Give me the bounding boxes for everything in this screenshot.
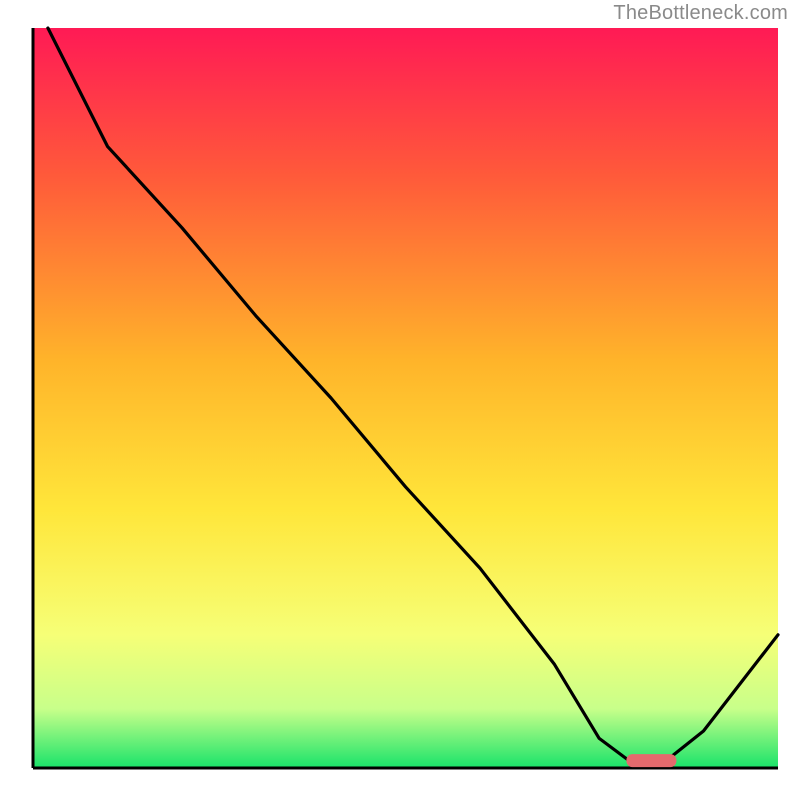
bottleneck-chart [0, 0, 800, 800]
chart-root: { "watermark": "TheBottleneck.com", "cha… [0, 0, 800, 800]
heatmap-background [33, 28, 778, 768]
minimum-marker [626, 754, 676, 767]
